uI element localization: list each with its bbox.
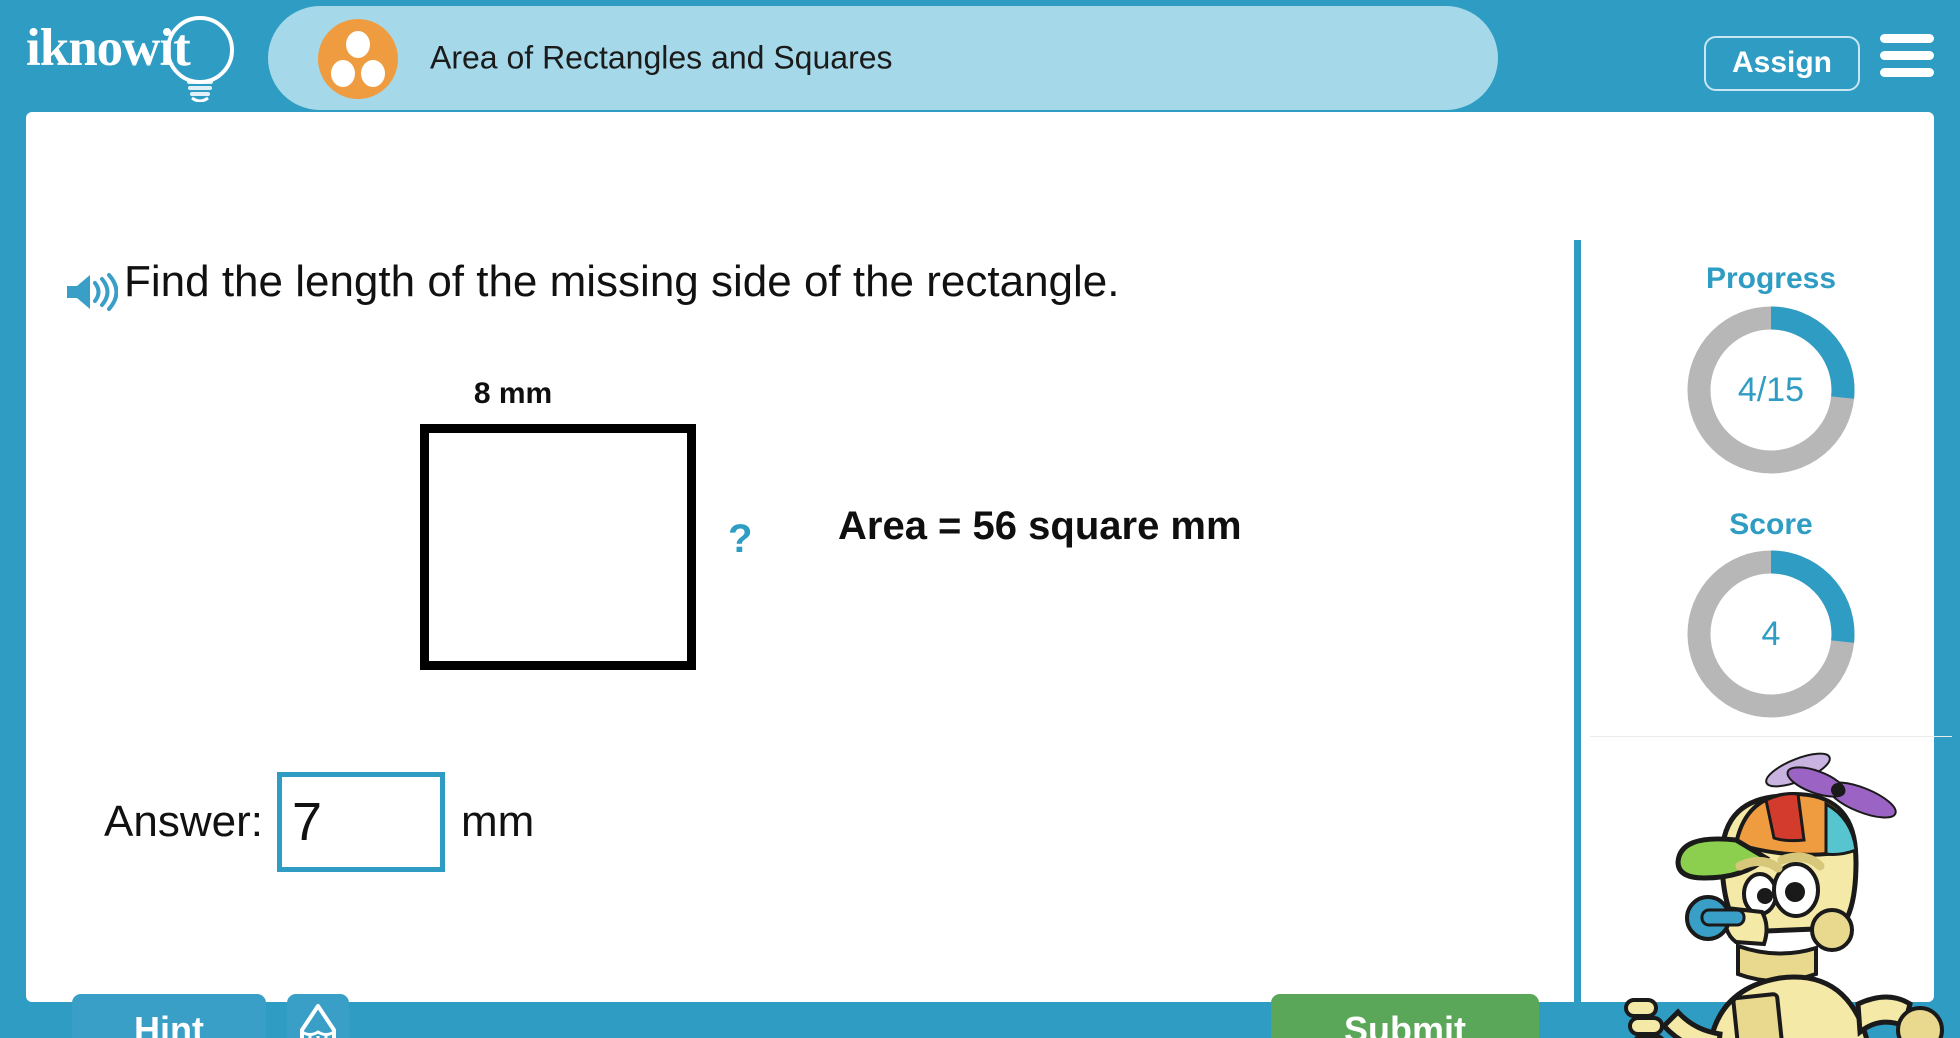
submit-button[interactable]: Submit [1271,994,1539,1038]
three-dots-circle-icon [318,19,398,99]
answer-label: Answer: [104,797,263,846]
lesson-title: Area of Rectangles and Squares [430,39,893,76]
lesson-card: Find the length of the missing side of t… [26,112,1952,1038]
progress-value: 4/15 [1737,370,1805,409]
panel-horizontal-divider [1590,736,1952,737]
lightbulb-icon [166,16,234,102]
score-title: Score [1729,508,1813,541]
rectangle-figure [420,424,696,670]
answer-row: Answer: mm [104,772,534,872]
scratchpad-button[interactable] [287,994,349,1038]
status-panel: Progress 4/15 Score 4 [1582,236,1960,1038]
lesson-title-pill: Area of Rectangles and Squares [268,6,1498,110]
panel-divider [1574,240,1581,1038]
robot-mascot-icon [1624,752,1944,1038]
figure-missing-side-label: ? [728,517,753,561]
hamburger-menu-icon[interactable] [1880,34,1934,78]
speaker-icon[interactable] [64,270,118,314]
question-prompt: Find the length of the missing side of t… [124,257,1120,306]
progress-dial: 4/15 [1683,302,1859,478]
assign-button[interactable]: Assign [1703,36,1860,91]
score-value: 4 [1761,614,1781,653]
pencil-icon [300,1004,336,1038]
figure-top-label: 8 mm [473,377,553,410]
answer-unit-label: mm [460,797,535,846]
app-header: iknowit Area of Rectangles and Squares A… [0,0,1960,112]
score-dial: 4 [1683,546,1859,722]
hint-button[interactable]: Hint [72,994,266,1038]
progress-title: Progress [1705,262,1837,295]
app-root: iknowit Area of Rectangles and Squares A… [0,0,1960,1038]
answer-input[interactable] [276,772,445,872]
figure-area-text: Area = 56 square mm [838,504,1242,548]
iknowit-logo[interactable]: iknowit [22,8,237,104]
